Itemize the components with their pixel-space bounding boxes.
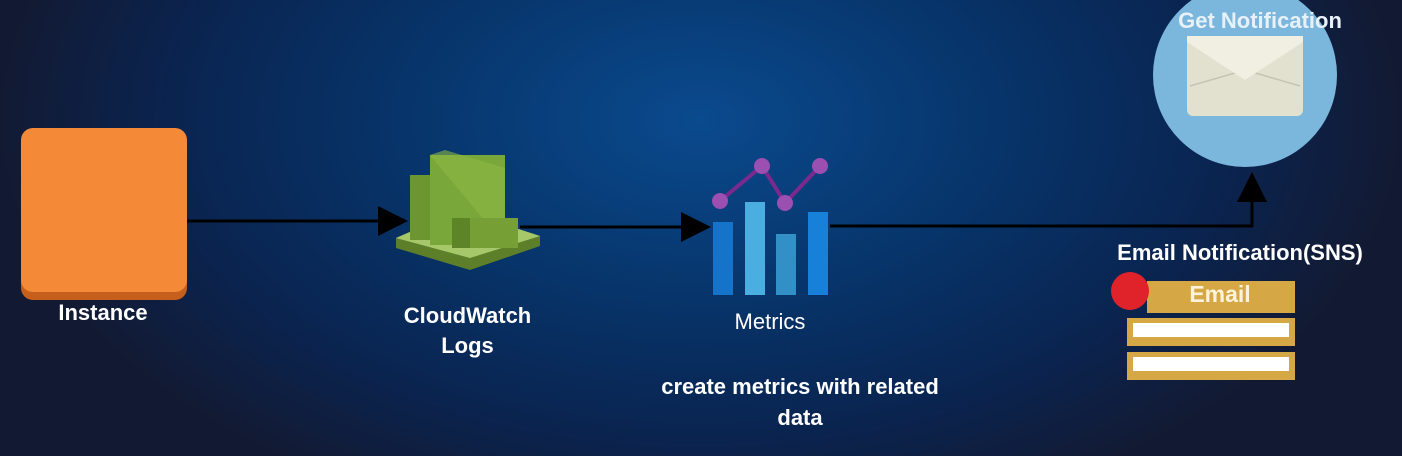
metrics-note-line2: data [777,405,823,430]
cloudwatch-label-line2: Logs [441,333,494,358]
cloudwatch-label-line1: CloudWatch [403,303,532,328]
metrics-label: Metrics [734,309,806,334]
sns-label: Email Notification(SNS) [1117,240,1363,265]
instance-icon [21,128,187,300]
metrics-icon [712,158,828,295]
get-notification-label: Get Notification [1178,8,1342,33]
instance-label: Instance [58,300,148,325]
email-form-title: Email [1189,281,1251,307]
cloudwatch-logs-icon [396,150,540,270]
metrics-note: create metrics with related data [600,371,1000,433]
metrics-note-line1: create metrics with related [661,374,939,399]
cloudwatch-logs-label: CloudWatch Logs [380,301,555,361]
arrow-metrics-to-notification [830,172,1267,228]
